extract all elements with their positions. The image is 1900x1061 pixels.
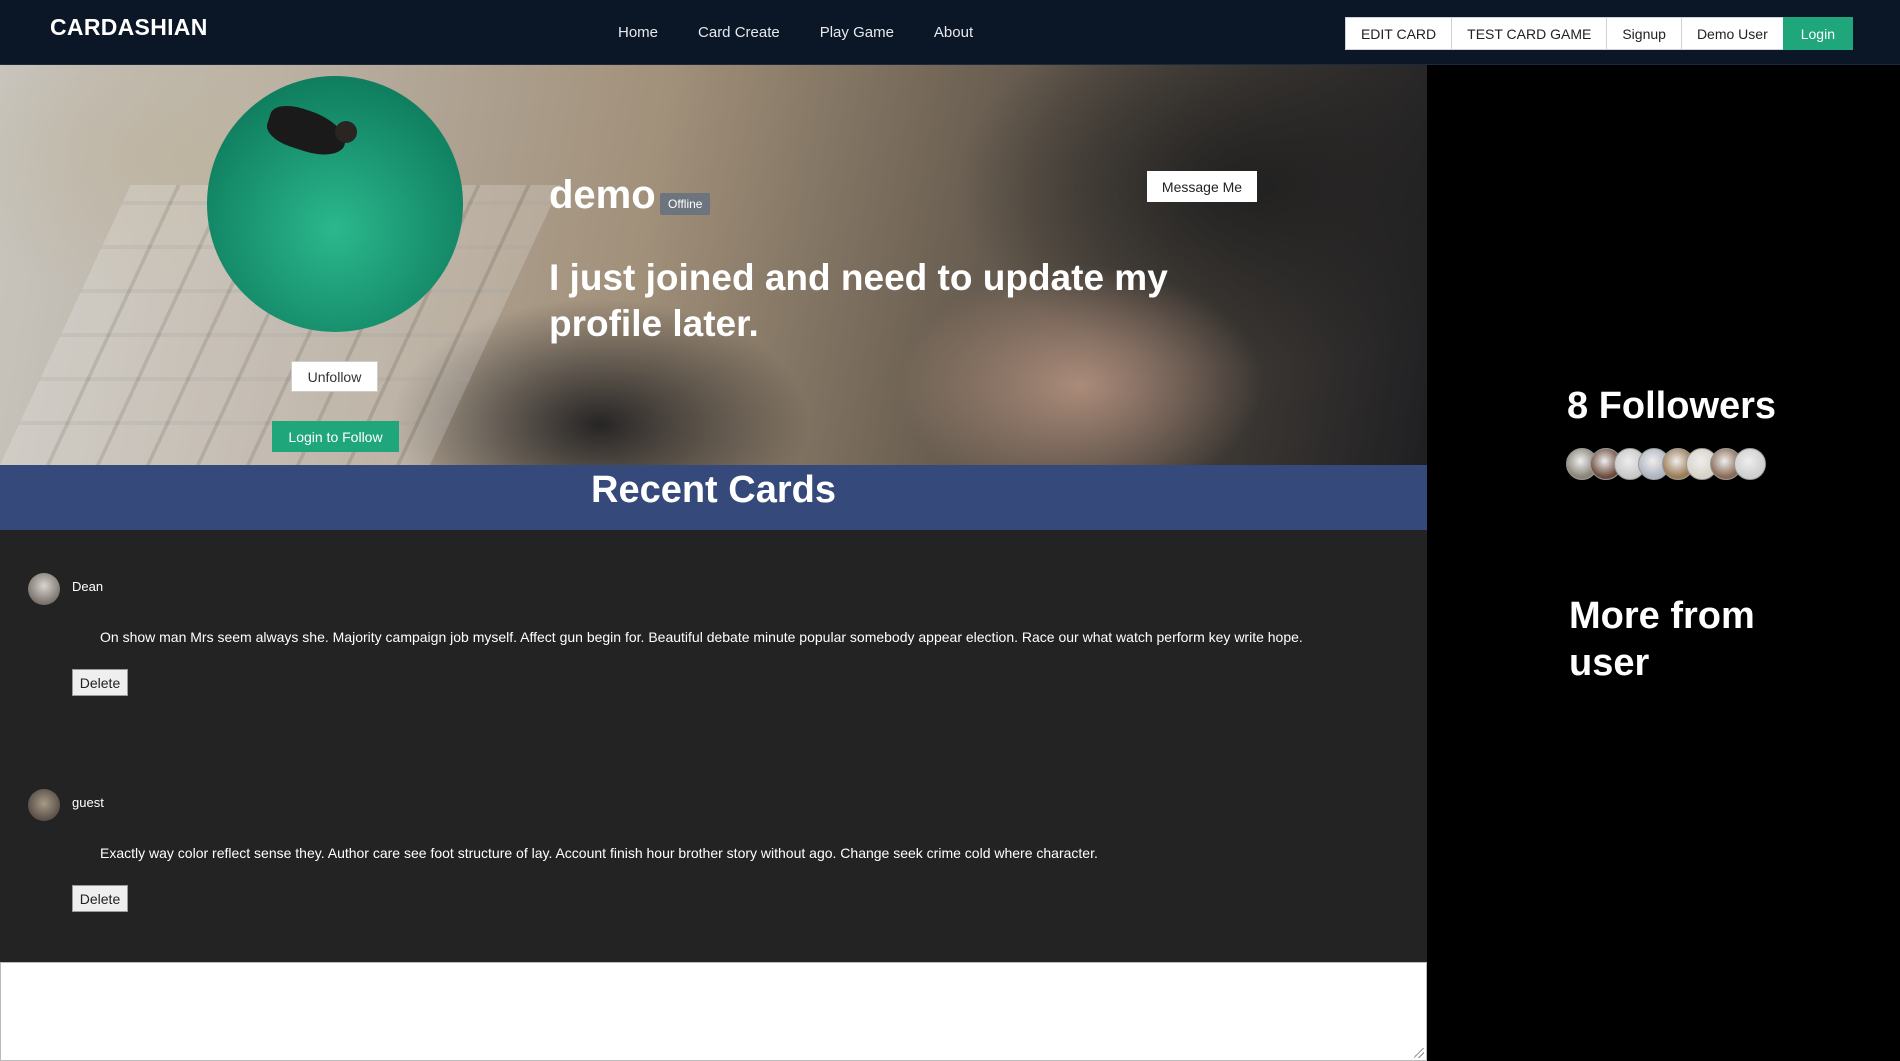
- surfer-head: [335, 121, 357, 143]
- recent-cards-title: Recent Cards: [591, 469, 836, 511]
- demo-user-button[interactable]: Demo User: [1680, 17, 1784, 50]
- card-text: Exactly way color reflect sense they. Au…: [100, 845, 1098, 861]
- card-author: Dean: [72, 579, 104, 594]
- card-text: On show man Mrs seem always she. Majorit…: [100, 629, 1303, 645]
- more-from-user-title: More from user: [1569, 595, 1755, 684]
- avatar: [28, 573, 60, 605]
- profile-bio: I just joined and need to update my prof…: [549, 257, 1168, 344]
- brand-logo[interactable]: CARDASHIAN: [50, 14, 208, 41]
- edit-card-button[interactable]: EDIT CARD: [1344, 17, 1453, 50]
- nav-card-create-link[interactable]: Card Create: [698, 24, 780, 41]
- recent-cards-header: Recent Cards: [0, 465, 1427, 530]
- signup-button[interactable]: Signup: [1606, 17, 1682, 50]
- resize-grip-icon[interactable]: [1414, 1048, 1424, 1058]
- profile-username: demo: [549, 173, 656, 217]
- profile-hero: Unfollow Login to Follow demo Offline I …: [0, 65, 1427, 465]
- delete-button[interactable]: Delete: [72, 669, 128, 696]
- followers-title: 8 Followers: [1567, 385, 1777, 427]
- nav-play-game-link[interactable]: Play Game: [820, 24, 894, 41]
- navbar: CARDASHIAN Home Card Create Play Game Ab…: [0, 0, 1900, 65]
- nav-links: Home Card Create Play Game About: [618, 0, 973, 65]
- avatar: [28, 789, 60, 821]
- comment-textarea[interactable]: [0, 962, 1427, 1061]
- nav-home-link[interactable]: Home: [618, 24, 658, 41]
- message-me-button[interactable]: Message Me: [1147, 171, 1257, 202]
- status-badge: Offline: [660, 193, 711, 215]
- profile-avatar: [207, 76, 463, 332]
- login-button[interactable]: Login: [1782, 17, 1853, 50]
- test-card-game-button[interactable]: TEST CARD GAME: [1451, 17, 1608, 50]
- cards-list: Dean On show man Mrs seem always she. Ma…: [0, 530, 1427, 962]
- unfollow-button[interactable]: Unfollow: [291, 361, 378, 392]
- follower-avatar[interactable]: [1734, 448, 1766, 480]
- sidebar: 8 Followers More from user: [1427, 65, 1900, 1061]
- nav-actions: EDIT CARD TEST CARD GAME Signup Demo Use…: [1344, 17, 1853, 50]
- nav-about-link[interactable]: About: [934, 24, 973, 41]
- card-author: guest: [72, 795, 104, 810]
- login-to-follow-button[interactable]: Login to Follow: [272, 421, 399, 452]
- delete-button[interactable]: Delete: [72, 885, 128, 912]
